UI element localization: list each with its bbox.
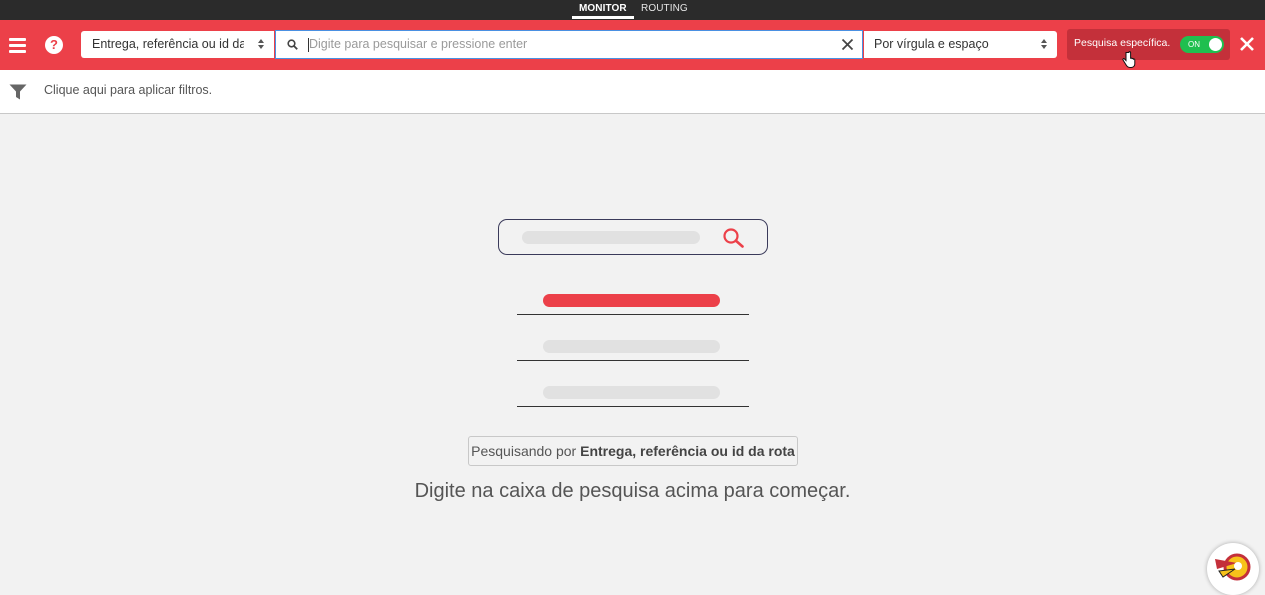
brand-logo-icon[interactable]: [1207, 543, 1259, 595]
empty-state-hint: Digite na caixa de pesquisa acima para c…: [414, 480, 851, 502]
illustration-placeholder-bar: [522, 231, 700, 244]
illustration-divider: [517, 406, 749, 407]
hamburger-icon[interactable]: [9, 37, 27, 53]
hand-pointer-icon: [1122, 51, 1136, 68]
searching-field: Entrega, referência ou id da rota: [580, 443, 795, 459]
illustration-result-placeholder: [543, 386, 720, 399]
select-arrows-icon: [258, 39, 264, 49]
searching-by-badge: Pesquisando por Entrega, referência ou i…: [468, 436, 798, 466]
filter-bar: Clique aqui para aplicar filtros.: [0, 70, 1265, 114]
specific-search-toggle[interactable]: ON: [1180, 36, 1224, 53]
toggle-knob: [1209, 38, 1222, 51]
logo-graphic: [1215, 553, 1251, 581]
illustration-divider: [517, 314, 749, 315]
searching-prefix: Pesquisando por: [471, 443, 577, 459]
search-field-select[interactable]: Entrega, referência ou id da rota: [81, 31, 274, 58]
toggle-state-label: ON: [1188, 40, 1200, 49]
close-icon[interactable]: [1239, 36, 1255, 52]
help-icon[interactable]: ?: [45, 36, 63, 54]
search-icon: [287, 39, 298, 50]
search-placeholder: Digite para pesquisar e pressione enter: [309, 37, 528, 51]
apply-filters-link[interactable]: Clique aqui para aplicar filtros.: [44, 83, 212, 97]
select-arrows-icon: [1041, 39, 1047, 49]
specific-search-panel: Pesquisa específica. ON: [1067, 29, 1230, 60]
illustration-result-placeholder: [543, 340, 720, 353]
separator-select-value: Por vírgula e espaço: [874, 37, 989, 51]
illustration-result-highlight: [543, 294, 720, 307]
illustration-divider: [517, 360, 749, 361]
filter-icon[interactable]: [9, 84, 27, 100]
tab-routing[interactable]: ROUTING: [641, 0, 688, 20]
illustration-search-box: [498, 219, 768, 255]
search-icon: [723, 228, 744, 248]
clear-icon[interactable]: [841, 38, 854, 51]
separator-select[interactable]: Por vírgula e espaço: [864, 31, 1057, 58]
active-tab-indicator: [572, 16, 634, 19]
top-navigation: MONITOR ROUTING: [0, 0, 1265, 20]
specific-search-label: Pesquisa específica.: [1074, 37, 1171, 49]
search-toolbar: ? Entrega, referência ou id da rota Digi…: [0, 20, 1265, 70]
search-input[interactable]: Digite para pesquisar e pressione enter: [275, 30, 863, 59]
